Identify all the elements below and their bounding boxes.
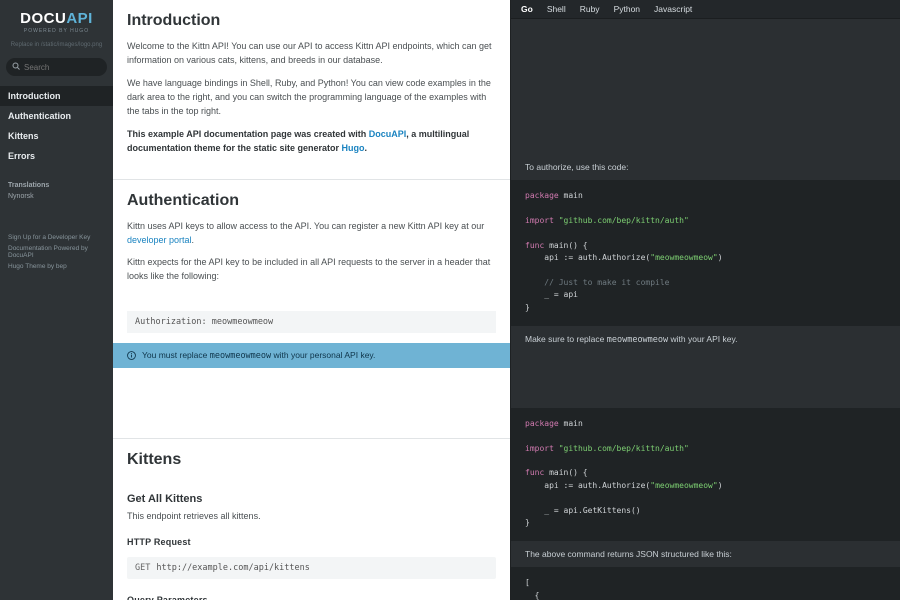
translations-heading: Translations <box>8 180 105 191</box>
sidebar: DOCUAPI POWERED BY HUGO Replace in /stat… <box>0 0 113 600</box>
auth-p2: Kittn expects for the API key to be incl… <box>127 256 496 284</box>
intro-p2: We have language bindings in Shell, Ruby… <box>127 77 496 119</box>
translation-link[interactable]: Nynorsk <box>8 191 105 202</box>
nav-item-introduction[interactable]: Introduction <box>0 86 113 106</box>
intro-p1: Welcome to the Kittn API! You can use ou… <box>127 40 496 68</box>
search-input[interactable] <box>24 63 101 72</box>
tab-ruby[interactable]: Ruby <box>580 4 600 14</box>
auth-warning-banner: You must replace meowmeowmeow with your … <box>113 343 510 368</box>
code-json-note: The above command returns JSON structure… <box>511 541 900 567</box>
search-icon <box>12 62 20 72</box>
section-kittens: Kittens Get All Kittens This endpoint re… <box>113 438 510 600</box>
http-url: http://example.com/api/kittens <box>156 563 310 573</box>
kittens-desc: This endpoint retrieves all kittens. <box>113 511 510 527</box>
section-authentication: Authentication Kittn uses API keys to al… <box>113 179 510 439</box>
code-auth-note: To authorize, use this code: <box>511 154 900 180</box>
subheading-get-all-kittens: Get All Kittens <box>113 479 510 511</box>
link-developer-portal[interactable]: developer portal <box>127 235 192 245</box>
translations-block: Translations Nynorsk <box>0 180 113 202</box>
logo-path-note: Replace in /static/images/logo.png <box>6 42 107 48</box>
auth-p1: Kittn uses API keys to allow access to t… <box>127 220 496 248</box>
logo-block: DOCUAPI POWERED BY HUGO Replace in /stat… <box>0 0 113 52</box>
link-docuapi[interactable]: DocuAPI <box>369 129 407 139</box>
heading-authentication: Authentication <box>113 180 510 220</box>
tab-python[interactable]: Python <box>614 4 640 14</box>
footer-link-docuapi[interactable]: Documentation Powered by DocuAPI <box>8 243 105 261</box>
http-request-line: GET http://example.com/api/kittens <box>127 557 496 579</box>
code-auth-after-note: Make sure to replace meowmeowmeow with y… <box>511 326 900 353</box>
nav-item-kittens[interactable]: Kittens <box>0 126 113 146</box>
nav-item-authentication[interactable]: Authentication <box>0 106 113 126</box>
code-block-json: [ { "id": 1, "name": "Fluffums", "breed"… <box>511 567 900 600</box>
auth-banner-code: meowmeowmeow <box>210 351 271 361</box>
language-tabs: Go Shell Ruby Python Javascript <box>511 0 900 19</box>
code-column: Go Shell Ruby Python Javascript To autho… <box>510 0 900 600</box>
link-hugo[interactable]: Hugo <box>342 143 365 153</box>
intro-p3: This example API documentation page was … <box>127 128 496 156</box>
sidebar-nav: Introduction Authentication Kittens Erro… <box>0 86 113 166</box>
footer-link-signup[interactable]: Sign Up for a Developer Key <box>8 232 105 243</box>
nav-item-errors[interactable]: Errors <box>0 146 113 166</box>
code-block-auth: package main import "github.com/bep/kitt… <box>511 180 900 326</box>
query-params-heading: Query Parameters <box>113 585 510 600</box>
footer-link-theme[interactable]: Hugo Theme by bep <box>8 261 105 272</box>
search-input-wrapper[interactable] <box>6 58 107 76</box>
tab-shell[interactable]: Shell <box>547 4 566 14</box>
logo-text-main: DOCU <box>20 10 66 27</box>
content-area: Introduction Welcome to the Kittn API! Y… <box>113 0 900 600</box>
http-request-heading: HTTP Request <box>113 527 510 551</box>
code-block-kittens: package main import "github.com/bep/kitt… <box>511 408 900 542</box>
section-introduction: Introduction Welcome to the Kittn API! Y… <box>113 0 510 179</box>
logo-subtitle: POWERED BY HUGO <box>6 28 107 34</box>
http-verb: GET <box>135 563 150 573</box>
auth-header-example: Authorization: meowmeowmeow <box>127 311 496 333</box>
logo: DOCUAPI <box>6 10 107 27</box>
sidebar-footer: Sign Up for a Developer Key Documentatio… <box>0 232 113 282</box>
tab-javascript[interactable]: Javascript <box>654 4 692 14</box>
logo-text-accent: API <box>66 10 93 27</box>
tab-go[interactable]: Go <box>521 4 533 14</box>
heading-kittens: Kittens <box>113 439 510 479</box>
docs-column: Introduction Welcome to the Kittn API! Y… <box>113 0 510 600</box>
heading-introduction: Introduction <box>113 0 510 40</box>
info-icon <box>127 351 136 360</box>
